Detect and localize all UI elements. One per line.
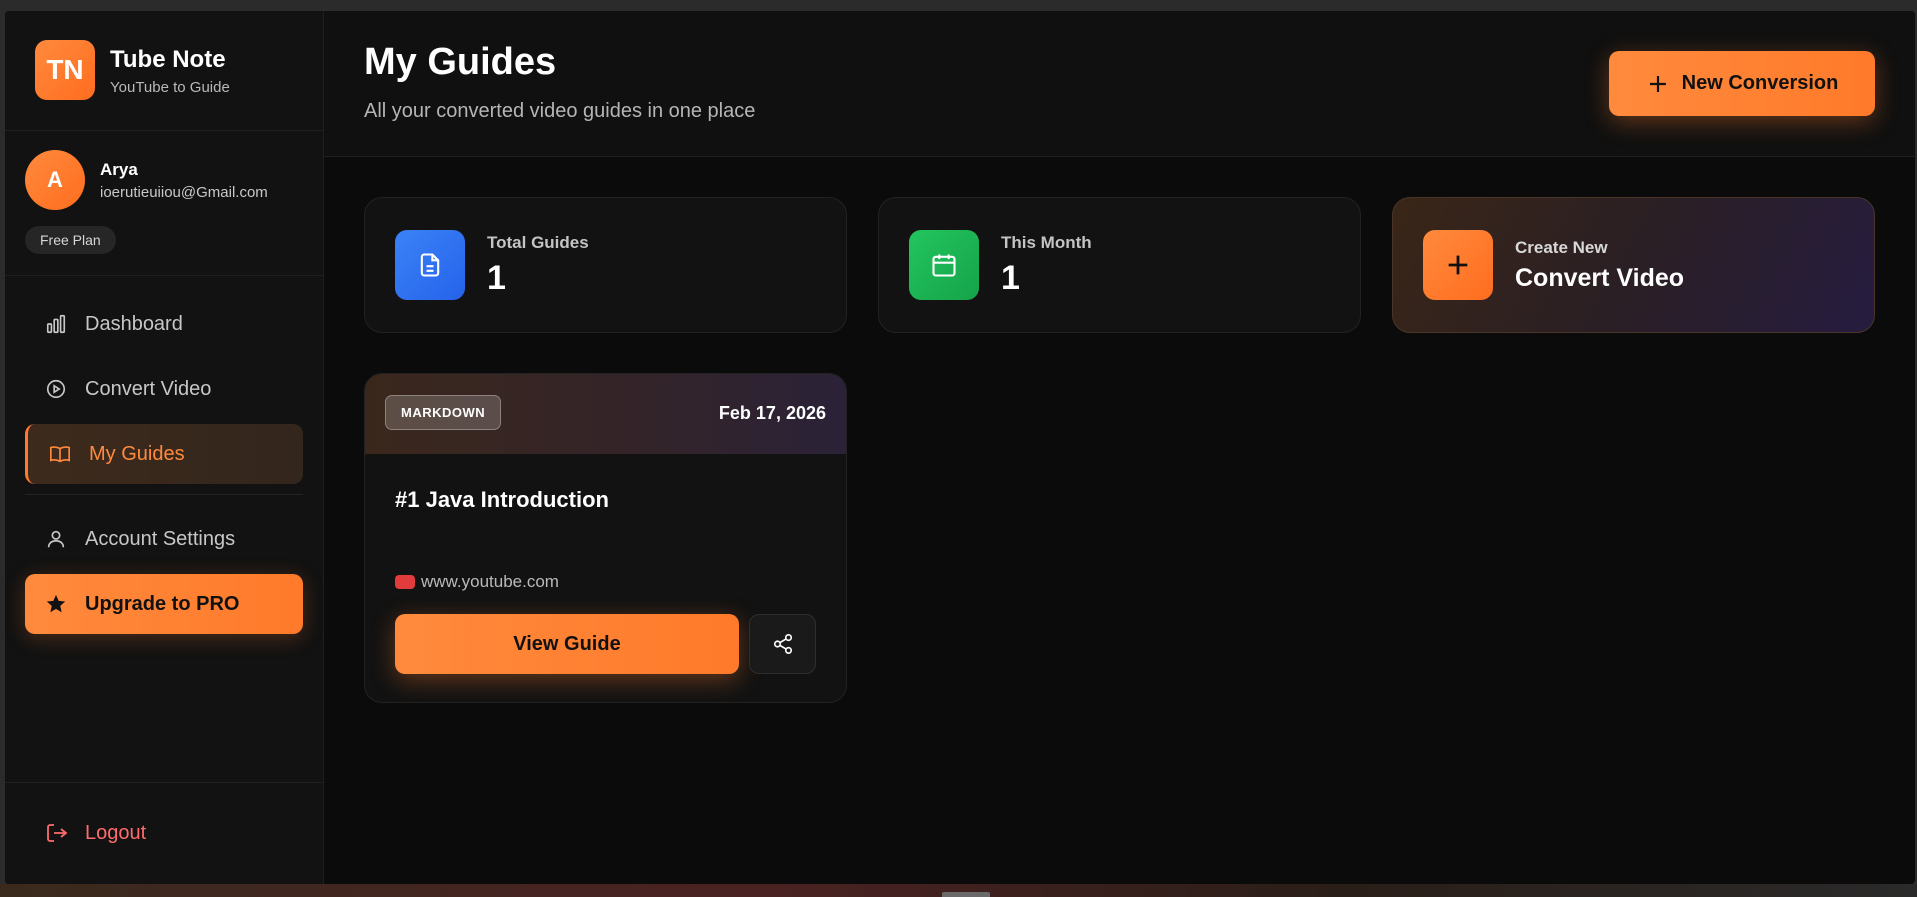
stat-label: Total Guides (487, 232, 589, 252)
avatar[interactable]: A (25, 150, 85, 210)
brand[interactable]: TN Tube Note YouTube to Guide (5, 11, 323, 131)
upgrade-label: Upgrade to PRO (85, 592, 240, 615)
guide-source-label: www.youtube.com (421, 572, 559, 591)
bar-chart-icon (46, 314, 66, 334)
upgrade-button[interactable]: Upgrade to PRO (25, 574, 303, 634)
page-header: My Guides All your converted video guide… (324, 11, 1915, 157)
guide-source: www.youtube.com (395, 572, 559, 592)
create-title: Convert Video (1515, 263, 1685, 292)
sidebar: TN Tube Note YouTube to Guide A Arya ioe… (5, 11, 324, 884)
plan-badge: Free Plan (25, 226, 116, 254)
nav-divider (25, 494, 303, 495)
create-new-card[interactable]: Create New Convert Video (1392, 197, 1875, 333)
youtube-icon (395, 575, 415, 589)
profile-info: Arya ioerutieuiiou@Gmail.com (100, 160, 268, 201)
guide-card-header: MARKDOWN Feb 17, 2026 (365, 374, 846, 454)
brand-title: Tube Note (110, 46, 226, 73)
sidebar-item-my-guides[interactable]: My Guides (25, 424, 303, 484)
profile-row: A Arya ioerutieuiiou@Gmail.com (25, 150, 323, 210)
stat-icon-create (1423, 230, 1493, 300)
sidebar-item-dashboard[interactable]: Dashboard (25, 294, 303, 354)
stat-text: Total Guides 1 (487, 233, 589, 298)
guide-title: #1 Java Introduction (395, 487, 609, 512)
share-button[interactable] (749, 614, 816, 674)
stat-text: Create New Convert Video (1515, 238, 1684, 293)
stat-label: This Month (1001, 232, 1092, 252)
stat-icon-total (395, 230, 465, 300)
logout-icon (47, 824, 68, 842)
view-guide-button[interactable]: View Guide (395, 614, 739, 674)
document-icon (420, 253, 440, 277)
calendar-icon (932, 254, 956, 277)
logout-area: Logout (5, 782, 323, 884)
plus-icon (1649, 75, 1666, 92)
stat-icon-month (909, 230, 979, 300)
star-icon (46, 594, 66, 613)
share-icon (773, 634, 792, 654)
brand-text: Tube Note YouTube to Guide (110, 46, 230, 96)
logout-label: Logout (85, 821, 147, 844)
sidebar-item-label: Convert Video (85, 377, 212, 400)
sidebar-item-account-settings[interactable]: Account Settings (25, 509, 303, 569)
sidebar-item-convert-video[interactable]: Convert Video (25, 359, 303, 419)
format-badge: MARKDOWN (385, 395, 502, 430)
sidebar-item-label: My Guides (89, 442, 185, 465)
taskbar-indicator (942, 892, 990, 897)
main-content: My Guides All your converted video guide… (324, 11, 1915, 884)
app-window: TN Tube Note YouTube to Guide A Arya ioe… (5, 11, 1915, 884)
user-email: ioerutieuiiou@Gmail.com (100, 183, 268, 201)
user-profile: A Arya ioerutieuiiou@Gmail.com Free Plan (5, 131, 323, 276)
new-conversion-button[interactable]: New Conversion (1609, 51, 1875, 116)
sidebar-item-label: Dashboard (85, 312, 183, 335)
user-icon (47, 530, 65, 548)
plus-icon (1448, 255, 1468, 275)
stat-text: This Month 1 (1001, 233, 1092, 298)
new-conversion-label: New Conversion (1681, 72, 1839, 94)
stat-value: 1 (1001, 258, 1020, 297)
book-open-icon (50, 446, 70, 463)
stat-value: 1 (487, 258, 506, 297)
play-circle-icon (46, 379, 66, 399)
brand-logo: TN (35, 40, 95, 100)
sidebar-nav: Dashboard Convert Video My Guides Accoun… (5, 276, 323, 634)
create-label: Create New (1515, 237, 1608, 257)
stat-card-this-month: This Month 1 (878, 197, 1361, 333)
guide-date: Feb 17, 2026 (718, 403, 826, 423)
brand-subtitle: YouTube to Guide (110, 79, 230, 96)
logout-button[interactable]: Logout (45, 821, 323, 845)
stats-row: Total Guides 1 This Month 1 Create New C… (364, 197, 1875, 333)
user-name: Arya (100, 159, 138, 179)
guide-card: MARKDOWN Feb 17, 2026 #1 Java Introducti… (364, 373, 847, 703)
stat-card-total-guides: Total Guides 1 (364, 197, 847, 333)
sidebar-item-label: Account Settings (85, 527, 236, 550)
